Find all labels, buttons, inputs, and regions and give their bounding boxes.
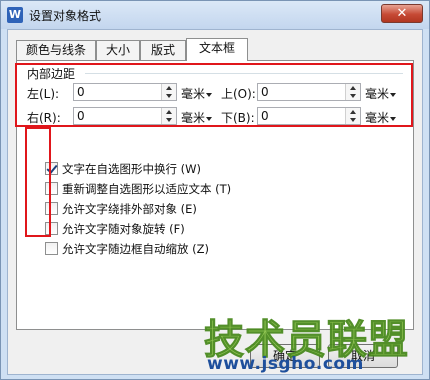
checkbox-wrap-around-objects[interactable] xyxy=(45,202,58,215)
spinner-arrows-icon[interactable] xyxy=(161,84,176,100)
option-label: 允许文字绕排外部对象 (E) xyxy=(62,202,197,216)
right-margin-spinner[interactable]: 0 xyxy=(73,107,177,125)
caret-down-icon xyxy=(390,92,397,97)
bottom-margin-value: 0 xyxy=(261,109,269,123)
inner-margin-title: 内部边距 xyxy=(27,65,78,82)
text-box-panel: 内部边距 左(L): 0 毫米 上(O): 0 毫米 右(R): 0 毫米 下(… xyxy=(16,60,414,330)
tab-color-and-lines[interactable]: 颜色与线条 xyxy=(16,40,96,60)
left-margin-value: 0 xyxy=(77,85,85,99)
right-margin-unit-dropdown[interactable]: 毫米 xyxy=(181,109,213,126)
watermark-url: www.jsgho.com xyxy=(207,354,364,374)
top-margin-value: 0 xyxy=(261,85,269,99)
checkbox-auto-scale[interactable] xyxy=(45,242,58,255)
top-margin-unit-dropdown[interactable]: 毫米 xyxy=(365,85,397,102)
spinner-arrows-icon[interactable] xyxy=(345,84,360,100)
option-label: 文字在自选图形中换行 (W) xyxy=(62,162,201,176)
title-bar[interactable]: W 设置对象格式 ✕ xyxy=(1,1,429,29)
tab-size[interactable]: 大小 xyxy=(96,40,140,60)
spinner-arrows-icon[interactable] xyxy=(345,108,360,124)
spinner-arrows-icon[interactable] xyxy=(161,108,176,124)
dialog-window: W 设置对象格式 ✕ 颜色与线条 大小 版式 文本框 内部边距 左(L): 0 … xyxy=(0,0,430,380)
tab-layout[interactable]: 版式 xyxy=(140,40,186,60)
checkbox-word-wrap[interactable] xyxy=(45,162,58,175)
caret-down-icon xyxy=(206,92,213,97)
right-margin-label: 右(R): xyxy=(27,111,61,125)
bottom-margin-unit-dropdown[interactable]: 毫米 xyxy=(365,109,397,126)
option-label: 重新调整自选图形以适应文本 (T) xyxy=(62,182,232,196)
checkbox-rotate-with-object[interactable] xyxy=(45,222,58,235)
caret-down-icon xyxy=(206,116,213,121)
caret-down-icon xyxy=(390,116,397,121)
dialog-title: 设置对象格式 xyxy=(29,9,102,23)
checkbox-resize-shape[interactable] xyxy=(45,182,58,195)
left-margin-spinner[interactable]: 0 xyxy=(73,83,177,101)
top-margin-label: 上(O): xyxy=(221,87,256,101)
option-label: 允许文字随对象旋转 (F) xyxy=(62,222,185,236)
inner-margin-group: 内部边距 左(L): 0 毫米 上(O): 0 毫米 右(R): 0 毫米 下(… xyxy=(21,65,409,127)
bottom-margin-spinner[interactable]: 0 xyxy=(257,107,361,125)
left-margin-label: 左(L): xyxy=(27,87,60,101)
left-margin-unit-dropdown[interactable]: 毫米 xyxy=(181,85,213,102)
bottom-margin-label: 下(B): xyxy=(221,111,255,125)
tab-text-box[interactable]: 文本框 xyxy=(186,38,248,61)
option-label: 允许文字随边框自动缩放 (Z) xyxy=(62,242,210,256)
close-button[interactable]: ✕ xyxy=(381,4,423,23)
group-divider xyxy=(85,73,403,74)
wps-writer-icon: W xyxy=(7,7,23,23)
top-margin-spinner[interactable]: 0 xyxy=(257,83,361,101)
right-margin-value: 0 xyxy=(77,109,85,123)
